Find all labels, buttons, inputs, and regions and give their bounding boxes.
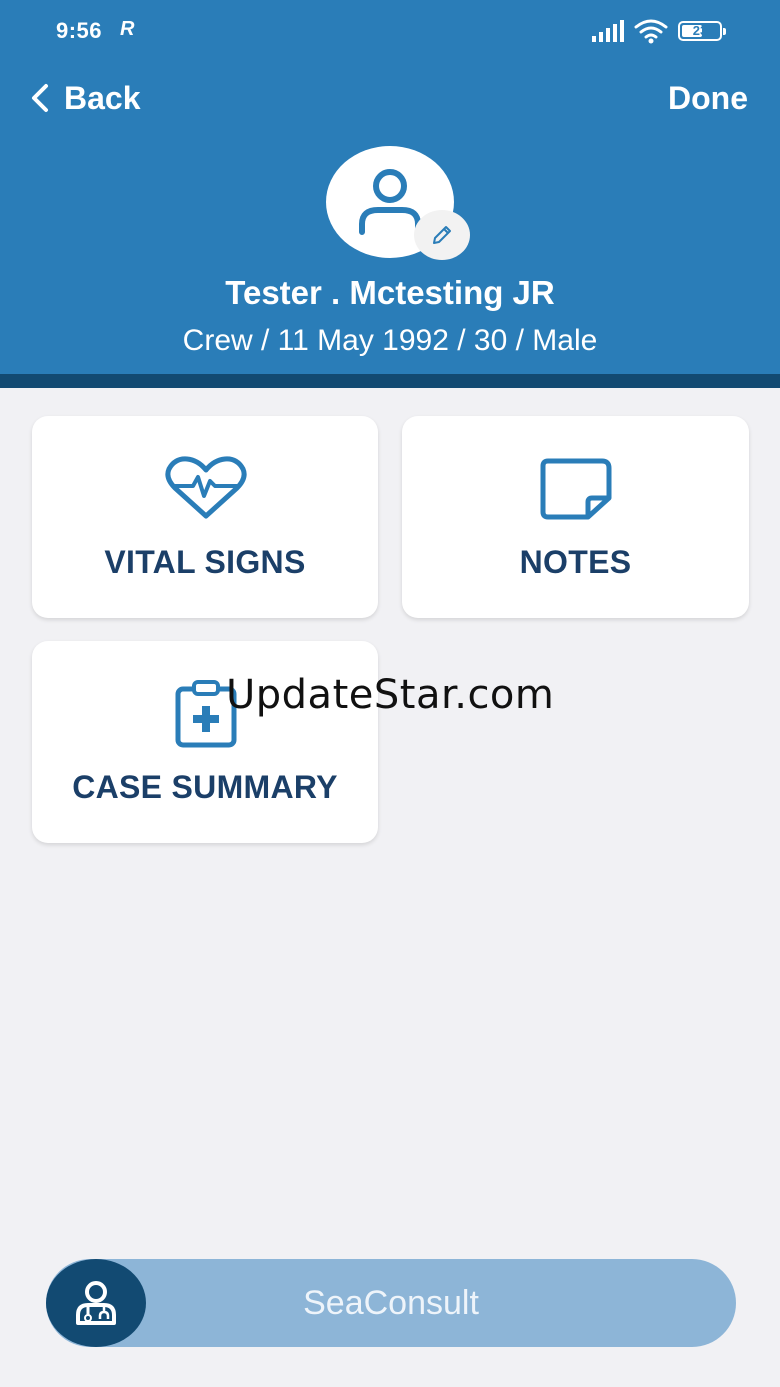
seaconsult-label: SeaConsult xyxy=(303,1284,479,1322)
watermark: UpdateStar.com xyxy=(226,672,555,718)
back-button[interactable]: Back xyxy=(30,78,141,118)
status-bar: 9:56 R 23 xyxy=(0,0,780,62)
wifi-icon xyxy=(634,19,668,44)
status-time: 9:56 xyxy=(56,18,103,43)
chevron-left-icon xyxy=(32,84,48,112)
carrier-icon: R xyxy=(120,18,135,40)
card-label: NOTES xyxy=(519,544,632,580)
card-label: CASE SUMMARY xyxy=(72,769,338,805)
seaconsult-button[interactable]: SeaConsult xyxy=(46,1259,736,1347)
signal-icon xyxy=(592,20,624,42)
note-icon xyxy=(540,458,612,520)
edit-avatar-button[interactable] xyxy=(414,210,470,260)
battery-icon: 23 xyxy=(678,21,726,41)
vital-signs-card[interactable]: VITAL SIGNS xyxy=(32,416,378,618)
patient-details: Crew / 11 May 1992 / 30 / Male xyxy=(182,324,598,357)
header-divider xyxy=(0,374,780,388)
pencil-icon xyxy=(433,226,451,244)
heart-pulse-icon xyxy=(165,456,247,519)
card-label: VITAL SIGNS xyxy=(104,544,306,580)
patient-name: Tester . Mctesting JR xyxy=(225,274,555,311)
user-icon xyxy=(359,169,421,235)
done-button[interactable]: Done xyxy=(668,78,748,118)
battery-level-text: 23 xyxy=(692,23,708,38)
doctor-icon xyxy=(76,1281,116,1325)
seaconsult-icon-circle xyxy=(46,1259,146,1347)
back-label: Back xyxy=(64,79,141,116)
notes-card[interactable]: NOTES xyxy=(402,416,749,618)
